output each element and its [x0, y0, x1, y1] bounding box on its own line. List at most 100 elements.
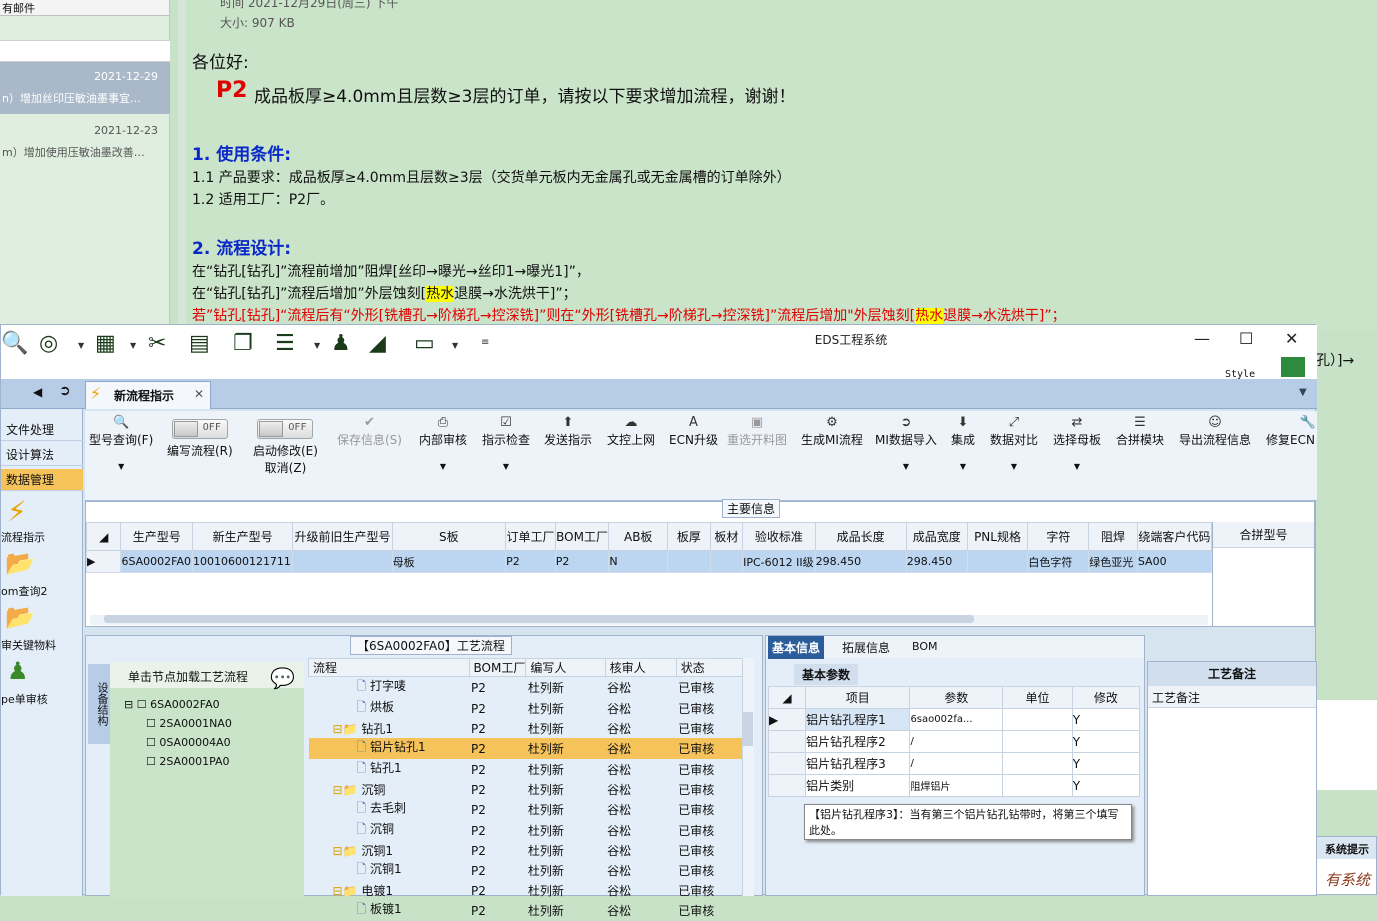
param-cell[interactable]: 铝片钻孔程序2	[806, 731, 910, 753]
column-header[interactable]: 单位	[1003, 687, 1073, 709]
nav-bom-query[interactable]: om查询2	[1, 583, 83, 599]
flow-cell[interactable]: 杜列新	[526, 759, 605, 780]
param-row[interactable]: 铝片钻孔程序2/Y	[769, 731, 1140, 753]
flow-cell[interactable]: P2	[469, 759, 526, 780]
flow-cell[interactable]: 杜列新	[526, 677, 605, 699]
nav-flow-instruction[interactable]: 流程指示	[1, 529, 83, 545]
flow-cell[interactable]: P2	[469, 860, 526, 881]
column-header[interactable]: 编写人	[526, 659, 605, 677]
tree-node[interactable]: ☐ 2SA0001PA0	[146, 755, 230, 768]
flow-cell[interactable]: 🗋 板镀1	[309, 900, 470, 921]
tree-node[interactable]: ☐ 0SA00004A0	[146, 736, 231, 749]
column-header[interactable]: 生产型号	[121, 523, 193, 551]
nav-data-management[interactable]: 数据管理	[1, 469, 83, 491]
flow-cell[interactable]: P2	[469, 677, 526, 699]
flow-cell[interactable]: 🗋 铝片钻孔1	[309, 738, 470, 759]
cancel-label[interactable]: 取消(Z)	[265, 461, 307, 475]
flow-cell[interactable]: 谷松	[605, 738, 676, 759]
column-header[interactable]: S板	[392, 523, 506, 551]
flow-cell[interactable]: 谷松	[605, 759, 676, 780]
toggle-switch[interactable]: OFF	[257, 419, 313, 439]
tab-close-icon[interactable]: ✕	[194, 387, 204, 401]
column-header[interactable]: 新生产型号	[192, 523, 292, 551]
tree-node[interactable]: ☐ 2SA0001NA0	[146, 717, 232, 730]
flow-cell[interactable]: 谷松	[605, 799, 676, 820]
mail-item-selected[interactable]: 2021-12-29 n）增加丝印压敏油墨事宜…	[0, 62, 170, 114]
mail-item[interactable]: 2021-12-23 m）增加使用压敏油墨改善…	[0, 116, 170, 168]
flow-row[interactable]: 🗋 铝片钻孔1P2杜列新谷松已审核	[309, 738, 754, 759]
column-header[interactable]: 成品宽度	[906, 523, 967, 551]
param-cell[interactable]	[1003, 731, 1073, 753]
flow-cell[interactable]: 杜列新	[526, 841, 605, 860]
ecn-upgrade-button[interactable]: AECN升级	[669, 415, 718, 448]
flow-cell[interactable]: 🗋 打字唛	[309, 677, 470, 699]
mail-search-strip[interactable]	[0, 40, 170, 62]
param-cell[interactable]	[1003, 709, 1073, 731]
flow-cell[interactable]: 🗋 烘板	[309, 698, 470, 719]
flow-cell[interactable]: 杜列新	[526, 780, 605, 799]
flow-cell[interactable]: P2	[469, 780, 526, 799]
column-header[interactable]: 修改	[1072, 687, 1139, 709]
nav-enter-icon[interactable]: ➲	[59, 383, 71, 399]
windows-logo-icon[interactable]	[1281, 357, 1305, 377]
flow-cell[interactable]: 谷松	[605, 860, 676, 881]
send-instruction-button[interactable]: ⬆发送指示	[544, 415, 592, 448]
param-cell[interactable]: /	[910, 731, 1003, 753]
flow-cell[interactable]: 谷松	[605, 698, 676, 719]
column-header[interactable]: 订单工厂	[506, 523, 556, 551]
flow-cell[interactable]: ⊟📁 电镀1	[309, 881, 470, 900]
remark-tab[interactable]: 工艺备注	[1148, 662, 1316, 686]
flow-cell[interactable]: 杜列新	[526, 719, 605, 738]
flow-cell[interactable]: 杜列新	[526, 799, 605, 820]
flow-cell[interactable]: P2	[469, 799, 526, 820]
table-cell[interactable]: 绿色亚光	[1089, 551, 1138, 573]
flow-row[interactable]: 🗋 打字唛P2杜列新谷松已审核	[309, 677, 754, 699]
table-cell[interactable]	[710, 551, 742, 573]
vertical-scrollbar[interactable]	[742, 658, 754, 896]
tab-bom[interactable]: BOM	[912, 640, 938, 653]
table-cell[interactable]: 298.450	[815, 551, 906, 573]
param-cell[interactable]: 铝片钻孔程序3	[806, 753, 910, 775]
table-row[interactable]: ▶ 6SA0002FA010010600121711母板P2P2NIPC-601…	[87, 551, 1212, 573]
flow-cell[interactable]: ⊟📁 沉铜	[309, 780, 470, 799]
column-header[interactable]: BOM工厂	[469, 659, 526, 677]
flow-cell[interactable]: P2	[469, 900, 526, 921]
flow-cell[interactable]: 杜列新	[526, 738, 605, 759]
chat-bubble-icon[interactable]: 💬	[270, 666, 295, 690]
column-header[interactable]: AB板	[609, 523, 668, 551]
param-cell[interactable]: 铝片钻孔程序1	[806, 709, 910, 731]
param-cell[interactable]: 铝片类别	[806, 775, 910, 797]
close-icon[interactable]: ✕	[1285, 329, 1298, 348]
param-cell[interactable]: Y	[1072, 753, 1139, 775]
table-cell[interactable]: 6SA0002FA0	[121, 551, 193, 573]
param-cell[interactable]: Y	[1072, 775, 1139, 797]
param-cell[interactable]	[1003, 775, 1073, 797]
scrollbar-thumb[interactable]	[104, 615, 974, 623]
flow-row[interactable]: 🗋 板镀1P2杜列新谷松已审核	[309, 900, 754, 921]
fix-ecn-button[interactable]: 🔧修复ECN	[1266, 415, 1316, 448]
flow-row[interactable]: 🗋 沉铜1P2杜列新谷松已审核	[309, 860, 754, 881]
flow-cell[interactable]: ⊟📁 沉铜1	[309, 841, 470, 860]
flow-cell[interactable]: 已审核	[676, 900, 753, 921]
param-cell[interactable]: Y	[1072, 709, 1139, 731]
table-cell[interactable]	[293, 551, 392, 573]
table-cell[interactable]	[668, 551, 711, 573]
flow-cell[interactable]: 杜列新	[526, 860, 605, 881]
export-flow-button[interactable]: ☺导出流程信息	[1179, 415, 1251, 448]
param-cell[interactable]	[1003, 753, 1073, 775]
flow-cell[interactable]: 谷松	[605, 841, 676, 860]
flow-cell[interactable]: 🗋 去毛刺	[309, 799, 470, 820]
mail-splitter[interactable]	[178, 0, 186, 330]
column-header[interactable]: BOM工厂	[555, 523, 609, 551]
param-cell[interactable]: 阻焊铝片	[910, 775, 1003, 797]
flow-row[interactable]: ⊟📁 沉铜P2杜列新谷松已审核	[309, 780, 754, 799]
flow-row[interactable]: 🗋 烘板P2杜列新谷松已审核	[309, 698, 754, 719]
column-header[interactable]: 阻焊	[1089, 523, 1138, 551]
chevron-down-icon[interactable]: ▼	[1299, 387, 1307, 398]
param-cell[interactable]: 6sao002fa...	[910, 709, 1003, 731]
flow-cell[interactable]: 谷松	[605, 881, 676, 900]
data-compare-button[interactable]: ⤢数据对比▼	[990, 415, 1038, 471]
table-cell[interactable]: 10010600121711	[192, 551, 292, 573]
table-cell[interactable]: 298.450	[906, 551, 967, 573]
tree-node[interactable]: ⊟ ☐ 6SA0002FA0	[124, 698, 220, 711]
